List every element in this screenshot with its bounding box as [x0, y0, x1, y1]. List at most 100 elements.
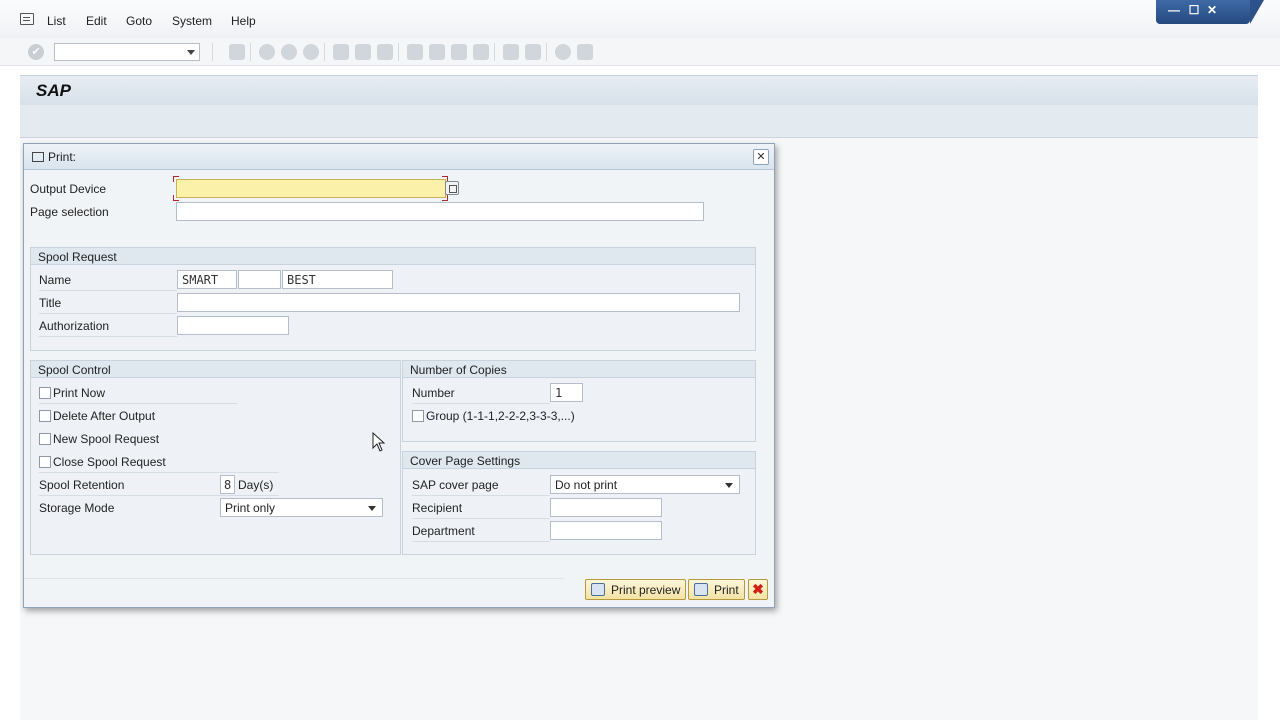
cancel-icon: ✖	[752, 581, 764, 597]
minimize-button[interactable]: —	[1166, 2, 1182, 18]
find-next-icon[interactable]	[377, 44, 393, 60]
customize-layout-icon[interactable]	[577, 44, 593, 60]
maximize-button[interactable]: ☐	[1186, 2, 1202, 18]
print-button[interactable]: Print	[688, 579, 745, 600]
authorization-field[interactable]	[177, 316, 289, 335]
close-spool-request-checkbox[interactable]	[39, 456, 51, 468]
group-header: Number of Copies	[403, 361, 755, 378]
toolbar-separator	[494, 43, 495, 61]
standard-toolbar: ✔	[0, 38, 1280, 66]
spool-name-part1[interactable]: SMART	[177, 270, 237, 289]
shortcut-icon[interactable]	[525, 44, 541, 60]
menu-system[interactable]: System	[172, 14, 212, 28]
print-icon[interactable]	[333, 44, 349, 60]
first-page-icon[interactable]	[407, 44, 423, 60]
spool-control-group: Spool Control Print Now Delete After Out…	[30, 360, 401, 555]
print-preview-button[interactable]: Print preview	[585, 579, 686, 600]
next-page-icon[interactable]	[451, 44, 467, 60]
spool-request-title: Spool Request	[38, 250, 117, 264]
spool-name-part3[interactable]: BEST	[282, 270, 393, 289]
row-divider	[39, 495, 279, 496]
menu-bar: List Edit Goto System Help	[0, 0, 1280, 42]
spool-control-title: Spool Control	[38, 363, 111, 377]
menu-help[interactable]: Help	[231, 14, 256, 28]
group-header: Cover Page Settings	[403, 452, 755, 469]
last-page-icon[interactable]	[473, 44, 489, 60]
cover-page-title: Cover Page Settings	[410, 454, 521, 468]
previous-page-icon[interactable]	[429, 44, 445, 60]
copies-title: Number of Copies	[410, 363, 507, 377]
help-icon[interactable]	[555, 44, 571, 60]
row-divider	[412, 518, 550, 519]
row-divider	[412, 403, 550, 404]
page-title: SAP	[36, 81, 71, 100]
group-copies-label: Group (1-1-1,2-2-2,3-3-3,...)	[426, 409, 575, 423]
close-window-button[interactable]: ✕	[1204, 2, 1220, 18]
print-now-checkbox[interactable]	[39, 387, 51, 399]
chevron-down-icon	[368, 506, 376, 511]
chevron-down-icon[interactable]	[187, 50, 195, 55]
window-controls: — ☐ ✕	[1156, 0, 1264, 24]
department-label: Department	[412, 524, 475, 538]
delete-after-output-label: Delete After Output	[53, 409, 156, 423]
department-field[interactable]	[550, 521, 662, 540]
row-divider	[412, 541, 550, 542]
title-label: Title	[39, 296, 62, 310]
print-preview-icon	[591, 583, 605, 596]
back-icon[interactable]	[259, 44, 275, 60]
focus-marker	[442, 195, 448, 201]
row-divider	[39, 290, 177, 291]
cancel-button[interactable]: ✖	[748, 579, 768, 600]
spool-title-field[interactable]	[177, 293, 740, 312]
save-icon[interactable]	[229, 44, 245, 60]
print-dialog: Print: ✕ Output Device Page selection Sp…	[23, 143, 775, 608]
cover-page-settings-group: Cover Page Settings SAP cover page Do no…	[402, 451, 756, 555]
row-divider	[39, 472, 279, 473]
group-header: Spool Control	[31, 361, 400, 378]
number-label: Number	[412, 386, 455, 400]
menu-edit[interactable]: Edit	[86, 14, 107, 28]
dialog-title-bar: Print: ✕	[24, 144, 774, 170]
page-selection-field[interactable]	[176, 202, 704, 221]
retention-unit-label: Day(s)	[238, 478, 274, 492]
command-field[interactable]	[54, 43, 200, 61]
spool-name-part2[interactable]	[238, 270, 281, 289]
printer-icon	[694, 583, 708, 596]
focus-marker	[173, 195, 179, 201]
screen-header: SAP	[20, 75, 1258, 105]
group-copies-checkbox[interactable]	[412, 410, 424, 422]
menu-icon[interactable]	[20, 13, 34, 25]
row-divider	[39, 403, 237, 404]
sap-cover-page-dropdown[interactable]: Do not print	[550, 475, 740, 494]
cancel-icon[interactable]	[303, 44, 319, 60]
recipient-field[interactable]	[550, 498, 662, 517]
toolbar-separator	[546, 43, 547, 61]
find-icon[interactable]	[355, 44, 371, 60]
value-help-icon[interactable]	[445, 181, 459, 195]
exit-icon[interactable]	[281, 44, 297, 60]
sap-cover-page-value: Do not print	[555, 478, 618, 492]
spool-retention-field[interactable]: 8	[220, 475, 235, 494]
chevron-down-icon	[725, 483, 733, 488]
dialog-close-button[interactable]: ✕	[753, 149, 769, 165]
menu-goto[interactable]: Goto	[126, 14, 152, 28]
close-spool-request-label: Close Spool Request	[53, 455, 166, 469]
number-of-copies-field[interactable]: 1	[550, 383, 583, 402]
output-device-field[interactable]	[176, 179, 446, 198]
delete-after-output-checkbox[interactable]	[39, 410, 51, 422]
storage-mode-dropdown[interactable]: Print only	[220, 498, 383, 517]
toolbar-separator	[398, 43, 399, 61]
menu-list[interactable]: List	[47, 14, 66, 28]
application-toolbar	[20, 105, 1258, 138]
name-label: Name	[39, 273, 72, 287]
toolbar-separator	[324, 43, 325, 61]
new-session-icon[interactable]	[503, 44, 519, 60]
sap-cover-page-label: SAP cover page	[412, 478, 499, 492]
spool-request-group: Spool Request Name SMART BEST Title Auth…	[30, 247, 756, 351]
authorization-label: Authorization	[39, 319, 110, 333]
print-label: Print	[714, 583, 739, 597]
enter-check-icon[interactable]: ✔	[28, 44, 44, 60]
row-divider	[412, 495, 550, 496]
new-spool-request-checkbox[interactable]	[39, 433, 51, 445]
footer-divider	[24, 578, 564, 579]
